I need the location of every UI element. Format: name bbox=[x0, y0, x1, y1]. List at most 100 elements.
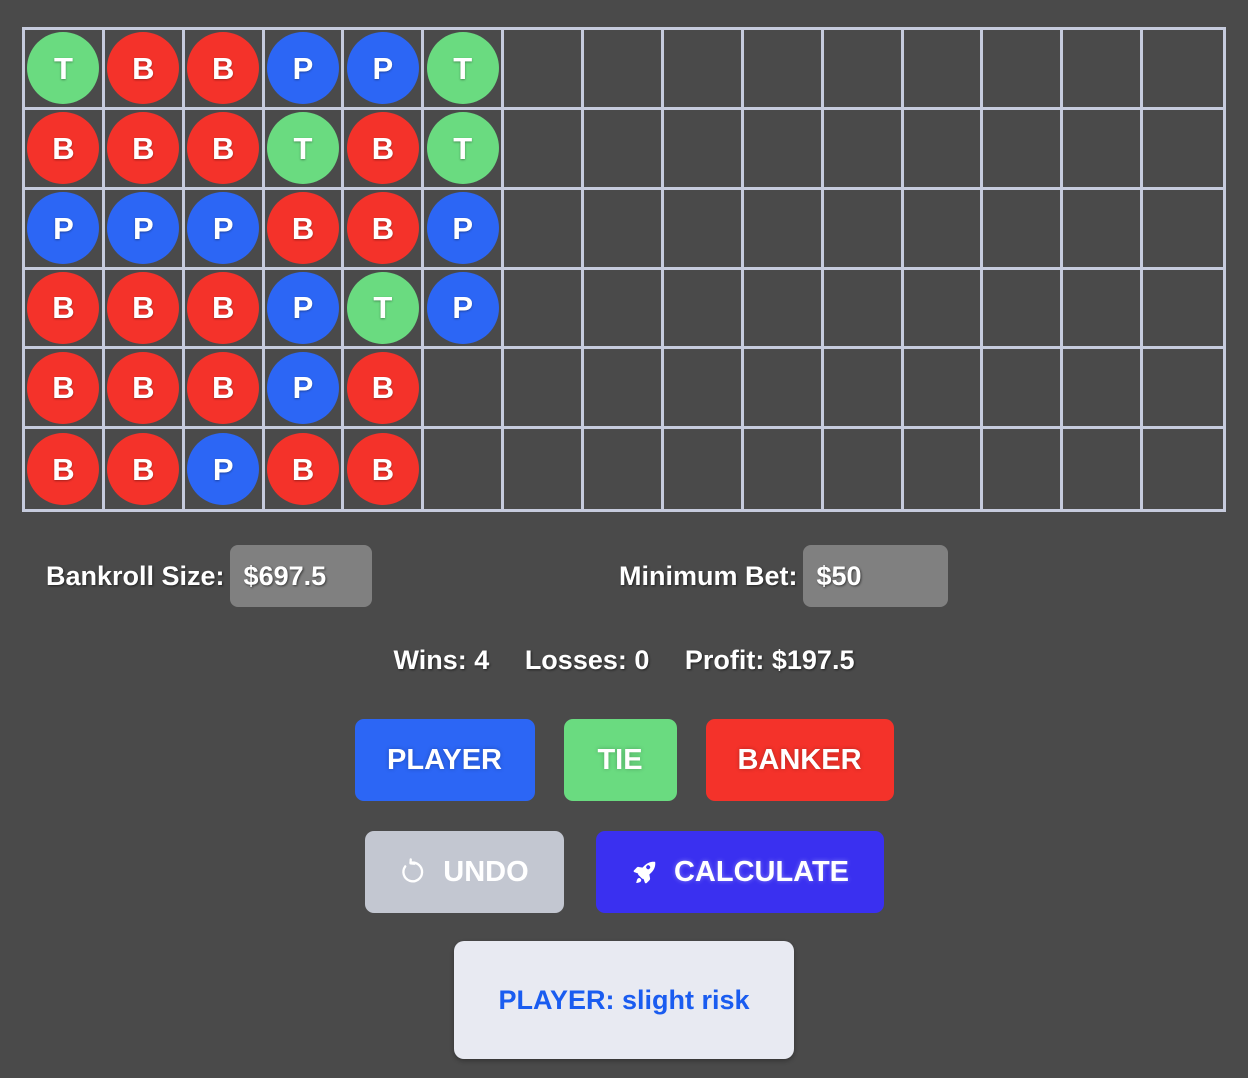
board-cell[interactable]: B bbox=[25, 109, 105, 190]
tie-button[interactable]: TIE bbox=[563, 719, 677, 801]
board-cell[interactable] bbox=[504, 429, 585, 509]
board-cell[interactable]: B bbox=[184, 349, 265, 430]
board-cell[interactable] bbox=[1063, 189, 1144, 270]
board-cell[interactable]: B bbox=[104, 269, 185, 350]
board-cell[interactable] bbox=[983, 109, 1064, 190]
board-cell[interactable] bbox=[823, 429, 904, 509]
board-cell[interactable] bbox=[663, 349, 744, 430]
board-cell[interactable]: P bbox=[25, 189, 105, 270]
bankroll-input[interactable]: $697.5 bbox=[229, 545, 372, 607]
board-cell[interactable] bbox=[504, 109, 585, 190]
board-cell[interactable] bbox=[663, 30, 744, 110]
board-cell[interactable] bbox=[983, 269, 1064, 350]
board-cell[interactable] bbox=[1143, 349, 1223, 430]
board-cell[interactable] bbox=[1143, 30, 1223, 110]
board-cell[interactable] bbox=[903, 269, 984, 350]
board-cell[interactable] bbox=[504, 349, 585, 430]
board-cell[interactable] bbox=[743, 349, 824, 430]
board-cell[interactable] bbox=[743, 189, 824, 270]
board-cell[interactable]: P bbox=[264, 30, 345, 110]
board-cell[interactable]: B bbox=[264, 189, 345, 270]
board-cell[interactable]: B bbox=[184, 109, 265, 190]
board-cell[interactable]: P bbox=[344, 30, 425, 110]
board-cell[interactable] bbox=[504, 269, 585, 350]
board-cell[interactable] bbox=[584, 269, 664, 350]
board-cell[interactable]: T bbox=[424, 109, 505, 190]
board-cell[interactable]: B bbox=[25, 349, 105, 430]
board-cell[interactable] bbox=[1143, 189, 1223, 270]
board-cell[interactable] bbox=[823, 349, 904, 430]
board-cell[interactable] bbox=[903, 30, 984, 110]
board-cell[interactable] bbox=[1143, 269, 1223, 350]
board-cell[interactable] bbox=[903, 189, 984, 270]
board-cell[interactable]: B bbox=[344, 189, 425, 270]
board-cell[interactable] bbox=[743, 109, 824, 190]
board-cell[interactable] bbox=[1063, 30, 1144, 110]
board-cell[interactable]: B bbox=[264, 429, 345, 509]
board-cell[interactable] bbox=[663, 269, 744, 350]
board-cell[interactable]: B bbox=[25, 269, 105, 350]
board-cell[interactable] bbox=[983, 30, 1064, 110]
board-cell[interactable] bbox=[1063, 349, 1144, 430]
result-chip-t: T bbox=[346, 271, 419, 344]
board-cell[interactable]: P bbox=[424, 189, 505, 270]
board-cell[interactable] bbox=[983, 429, 1064, 509]
banker-button[interactable]: BANKER bbox=[705, 719, 894, 801]
board-cell[interactable] bbox=[584, 189, 664, 270]
board-cell[interactable]: P bbox=[424, 269, 505, 350]
board-cell[interactable] bbox=[823, 189, 904, 270]
board-cell[interactable]: B bbox=[344, 429, 425, 509]
board-cell[interactable] bbox=[903, 109, 984, 190]
board-cell[interactable] bbox=[743, 429, 824, 509]
board-cell[interactable] bbox=[1063, 429, 1144, 509]
board-cell[interactable] bbox=[584, 429, 664, 509]
board-cell[interactable]: T bbox=[25, 30, 105, 110]
board-cell[interactable] bbox=[983, 349, 1064, 430]
board-cell[interactable]: T bbox=[344, 269, 425, 350]
board-cell[interactable] bbox=[1063, 269, 1144, 350]
board-cell[interactable] bbox=[983, 189, 1064, 270]
board-cell[interactable] bbox=[663, 109, 744, 190]
calculate-button[interactable]: CALCULATE bbox=[595, 831, 884, 913]
board-cell[interactable]: T bbox=[424, 30, 505, 110]
undo-button[interactable]: UNDO bbox=[364, 831, 564, 913]
board-cell[interactable]: P bbox=[104, 189, 185, 270]
board-cell[interactable] bbox=[584, 30, 664, 110]
board-cell[interactable]: P bbox=[264, 349, 345, 430]
board-cell[interactable] bbox=[424, 429, 505, 509]
board-cell[interactable]: T bbox=[264, 109, 345, 190]
board-cell[interactable] bbox=[663, 429, 744, 509]
board-cell[interactable]: P bbox=[184, 429, 265, 509]
result-chip-p: P bbox=[426, 271, 499, 344]
minimum-bet-input[interactable]: $50 bbox=[802, 545, 948, 607]
board-cell[interactable]: P bbox=[264, 269, 345, 350]
board-cell[interactable] bbox=[823, 30, 904, 110]
board-cell[interactable] bbox=[424, 349, 505, 430]
board-cell[interactable]: P bbox=[184, 189, 265, 270]
board-cell[interactable]: B bbox=[104, 109, 185, 190]
board-cell[interactable] bbox=[663, 189, 744, 270]
board-cell[interactable] bbox=[504, 189, 585, 270]
board-cell[interactable]: B bbox=[25, 429, 105, 509]
board-cell[interactable] bbox=[1063, 109, 1144, 190]
board-cell[interactable]: B bbox=[344, 109, 425, 190]
board-cell[interactable]: B bbox=[104, 429, 185, 509]
board-cell[interactable] bbox=[1143, 109, 1223, 190]
board-cell[interactable] bbox=[743, 30, 824, 110]
player-button[interactable]: PLAYER bbox=[354, 719, 535, 801]
board-cell[interactable]: B bbox=[104, 30, 185, 110]
board-cell[interactable] bbox=[903, 349, 984, 430]
board-cell[interactable] bbox=[584, 109, 664, 190]
board-cell[interactable]: B bbox=[344, 349, 425, 430]
board-cell[interactable] bbox=[903, 429, 984, 509]
board-cell[interactable] bbox=[743, 269, 824, 350]
board-cell[interactable]: B bbox=[184, 30, 265, 110]
board-cell[interactable] bbox=[584, 349, 664, 430]
board-cell[interactable]: B bbox=[184, 269, 265, 350]
board-cell[interactable] bbox=[1143, 429, 1223, 509]
board-cell[interactable] bbox=[823, 109, 904, 190]
board-cell[interactable] bbox=[504, 30, 585, 110]
board-cell[interactable]: B bbox=[104, 349, 185, 430]
board-cell[interactable] bbox=[823, 269, 904, 350]
result-chip-b: B bbox=[187, 32, 260, 105]
